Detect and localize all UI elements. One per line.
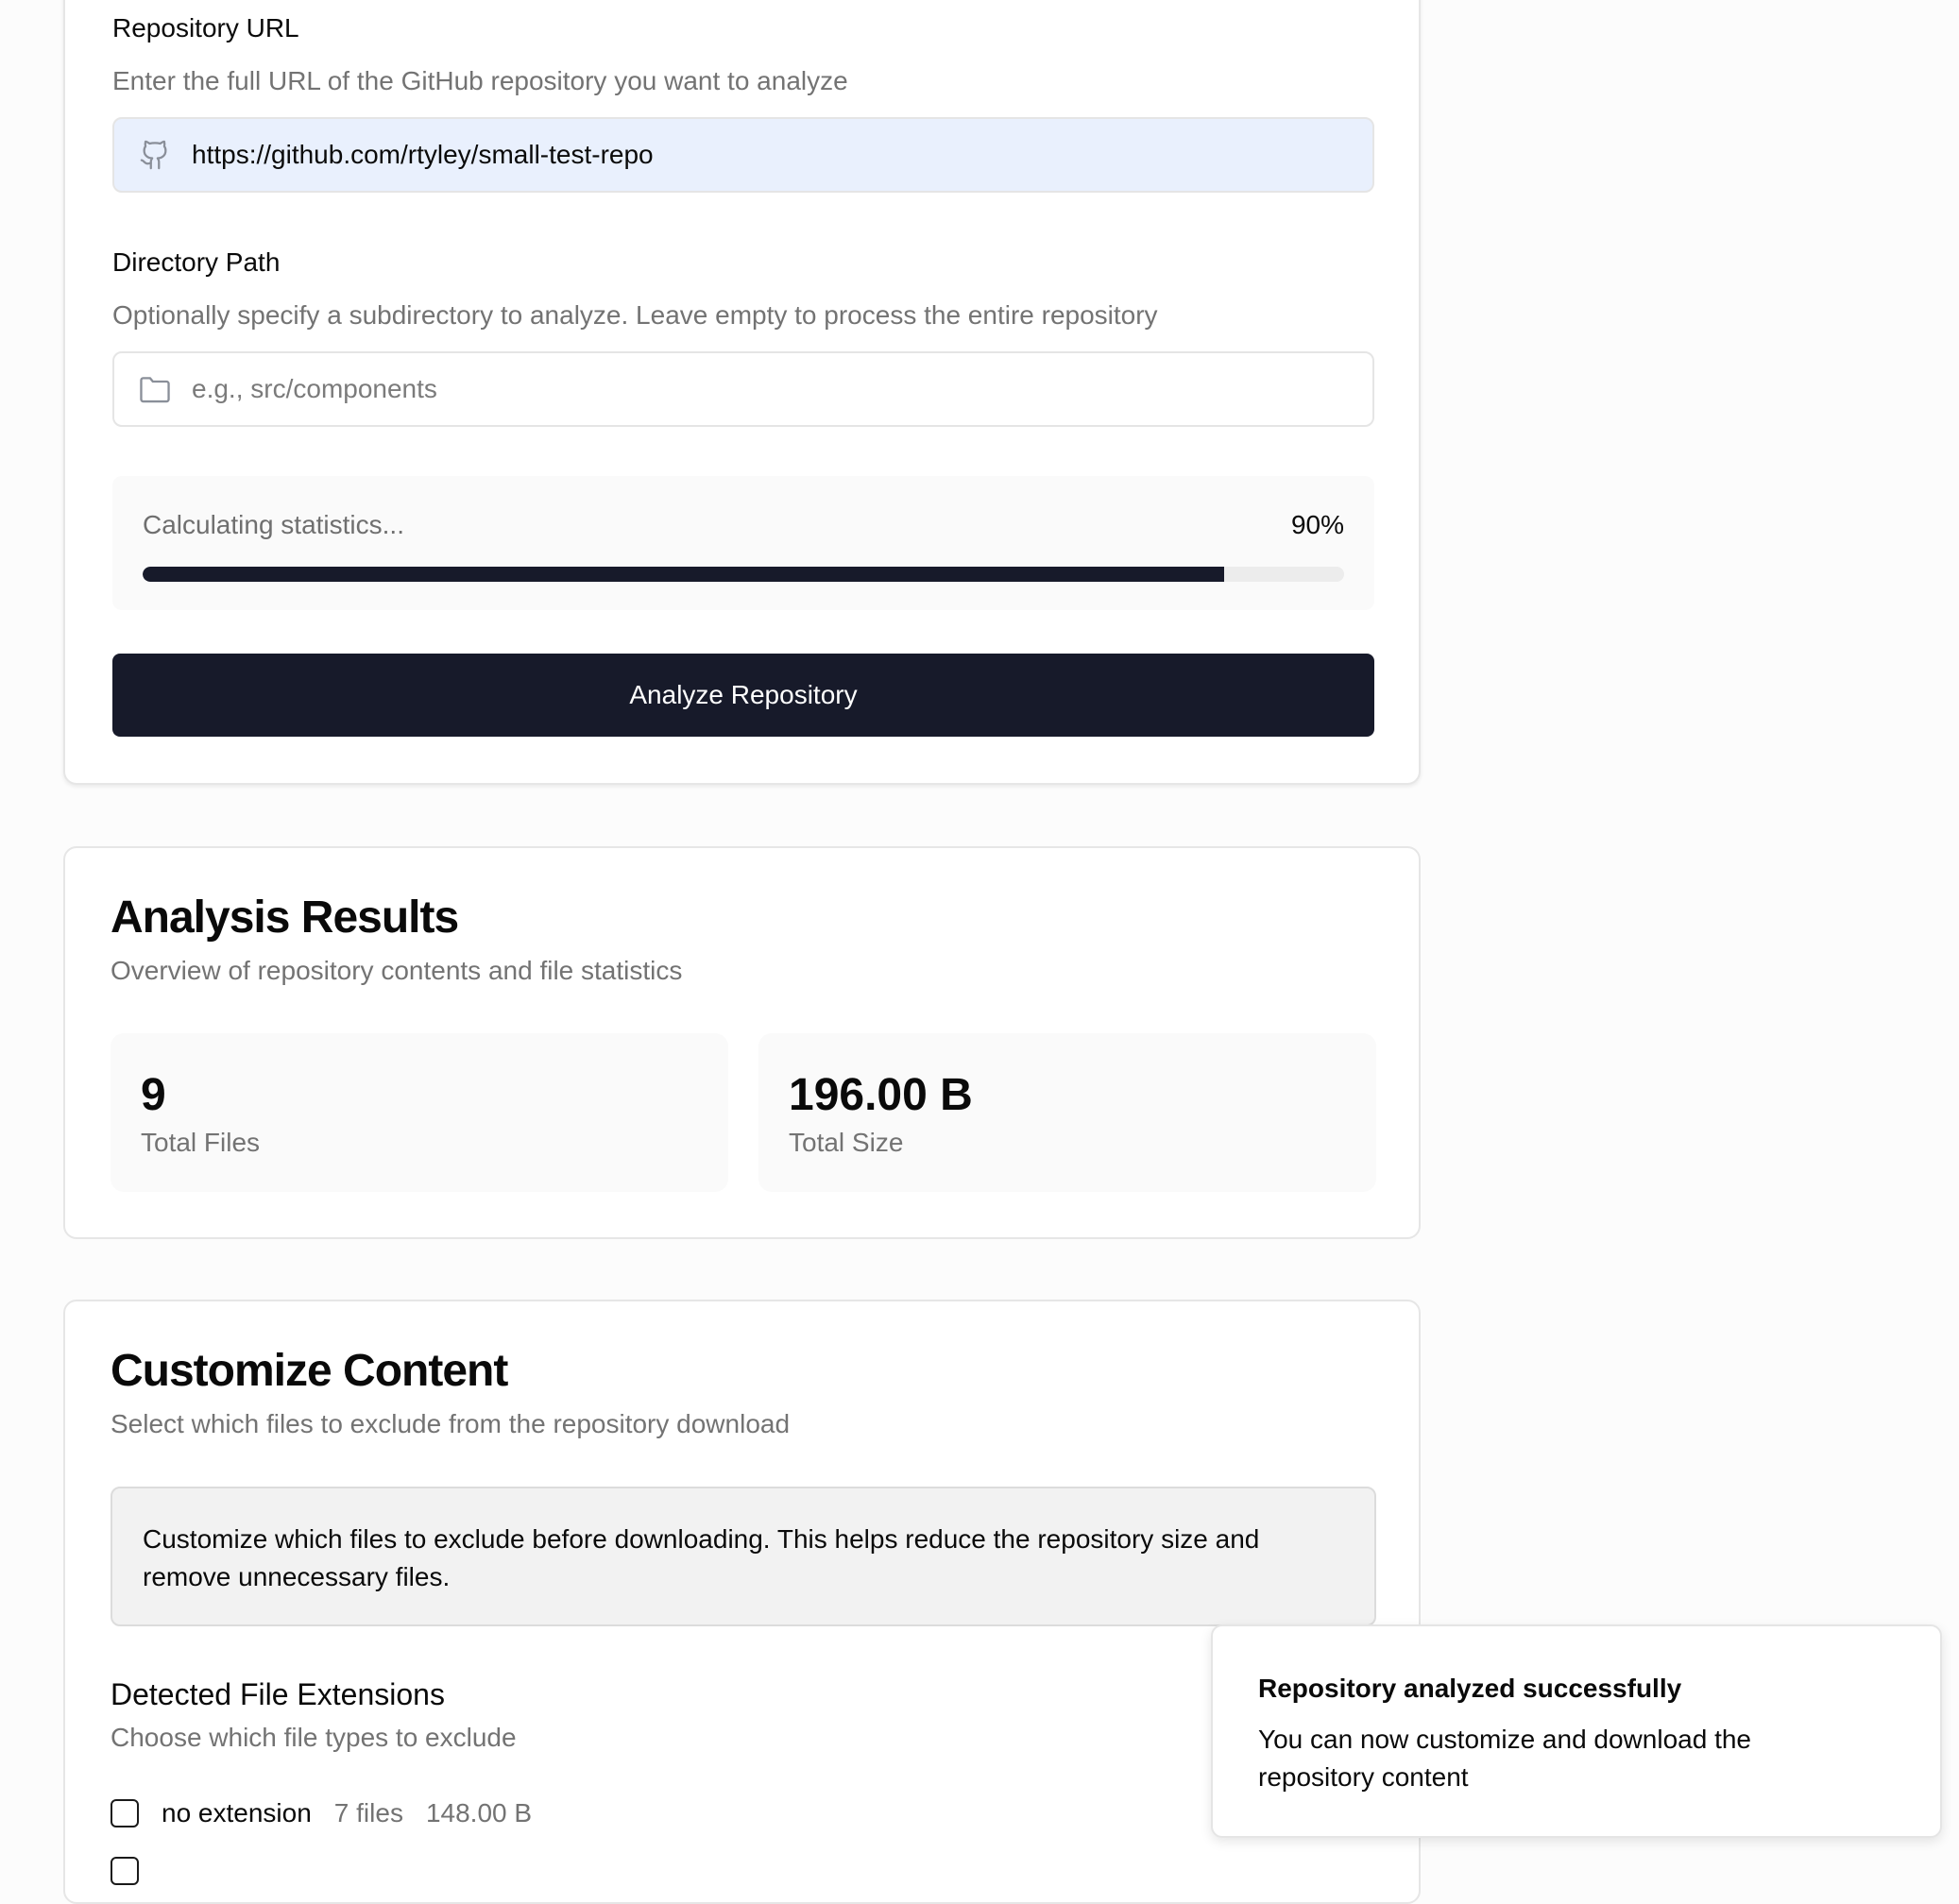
progress-track (143, 567, 1344, 582)
stat-total-files-value: 9 (141, 1070, 166, 1120)
directory-path-input[interactable]: e.g., src/components (112, 351, 1374, 427)
analyze-repository-button[interactable]: Analyze Repository (112, 654, 1374, 737)
stat-total-files-label: Total Files (141, 1128, 261, 1157)
github-icon (137, 137, 173, 173)
directory-path-description: Optionally specify a subdirectory to ana… (112, 300, 1158, 330)
extension-checkbox[interactable] (111, 1799, 139, 1828)
repository-form-card: Repository URL Enter the full URL of the… (63, 0, 1421, 785)
stat-total-size: 196.00 B Total Size (758, 1033, 1376, 1192)
stat-total-size-label: Total Size (789, 1128, 904, 1157)
analysis-results-card: Analysis Results Overview of repository … (63, 846, 1421, 1239)
toast-message: You can now customize and download the r… (1258, 1725, 1751, 1792)
extension-checkbox[interactable] (111, 1857, 139, 1885)
progress-panel: Calculating statistics... 90% (112, 476, 1374, 610)
directory-path-label: Directory Path (112, 247, 281, 277)
analysis-results-subtitle: Overview of repository contents and file… (111, 956, 683, 985)
directory-path-placeholder: e.g., src/components (192, 374, 437, 403)
repository-url-label: Repository URL (112, 13, 299, 42)
progress-status: Calculating statistics... (143, 510, 404, 539)
success-toast[interactable]: Repository analyzed successfully You can… (1211, 1624, 1942, 1838)
analysis-results-title: Analysis Results (111, 892, 459, 943)
customize-content-subtitle: Select which files to exclude from the r… (111, 1409, 791, 1438)
detected-extensions-subtitle: Choose which file types to exclude (111, 1723, 517, 1752)
repository-url-value: https://github.com/rtyley/small-test-rep… (192, 140, 654, 169)
stat-total-size-value: 196.00 B (789, 1070, 973, 1120)
repository-url-input[interactable]: https://github.com/rtyley/small-test-rep… (112, 117, 1374, 193)
progress-percent: 90% (1290, 510, 1344, 539)
customize-content-title: Customize Content (111, 1346, 508, 1396)
detected-extensions-title: Detected File Extensions (111, 1677, 445, 1711)
stat-total-files: 9 Total Files (111, 1033, 728, 1192)
toast-title: Repository analyzed successfully (1258, 1674, 1682, 1703)
folder-icon (137, 371, 173, 407)
repository-url-description: Enter the full URL of the GitHub reposit… (112, 66, 848, 95)
extension-row[interactable]: no extension 7 files 148.00 B (111, 1798, 532, 1828)
extension-size: 148.00 B (425, 1798, 533, 1828)
extension-row[interactable] (111, 1857, 139, 1885)
progress-fill (143, 567, 1224, 582)
customize-info-box: Customize which files to exclude before … (111, 1487, 1376, 1626)
extension-name: no extension (162, 1798, 312, 1828)
extension-file-count: 7 files (333, 1798, 403, 1828)
